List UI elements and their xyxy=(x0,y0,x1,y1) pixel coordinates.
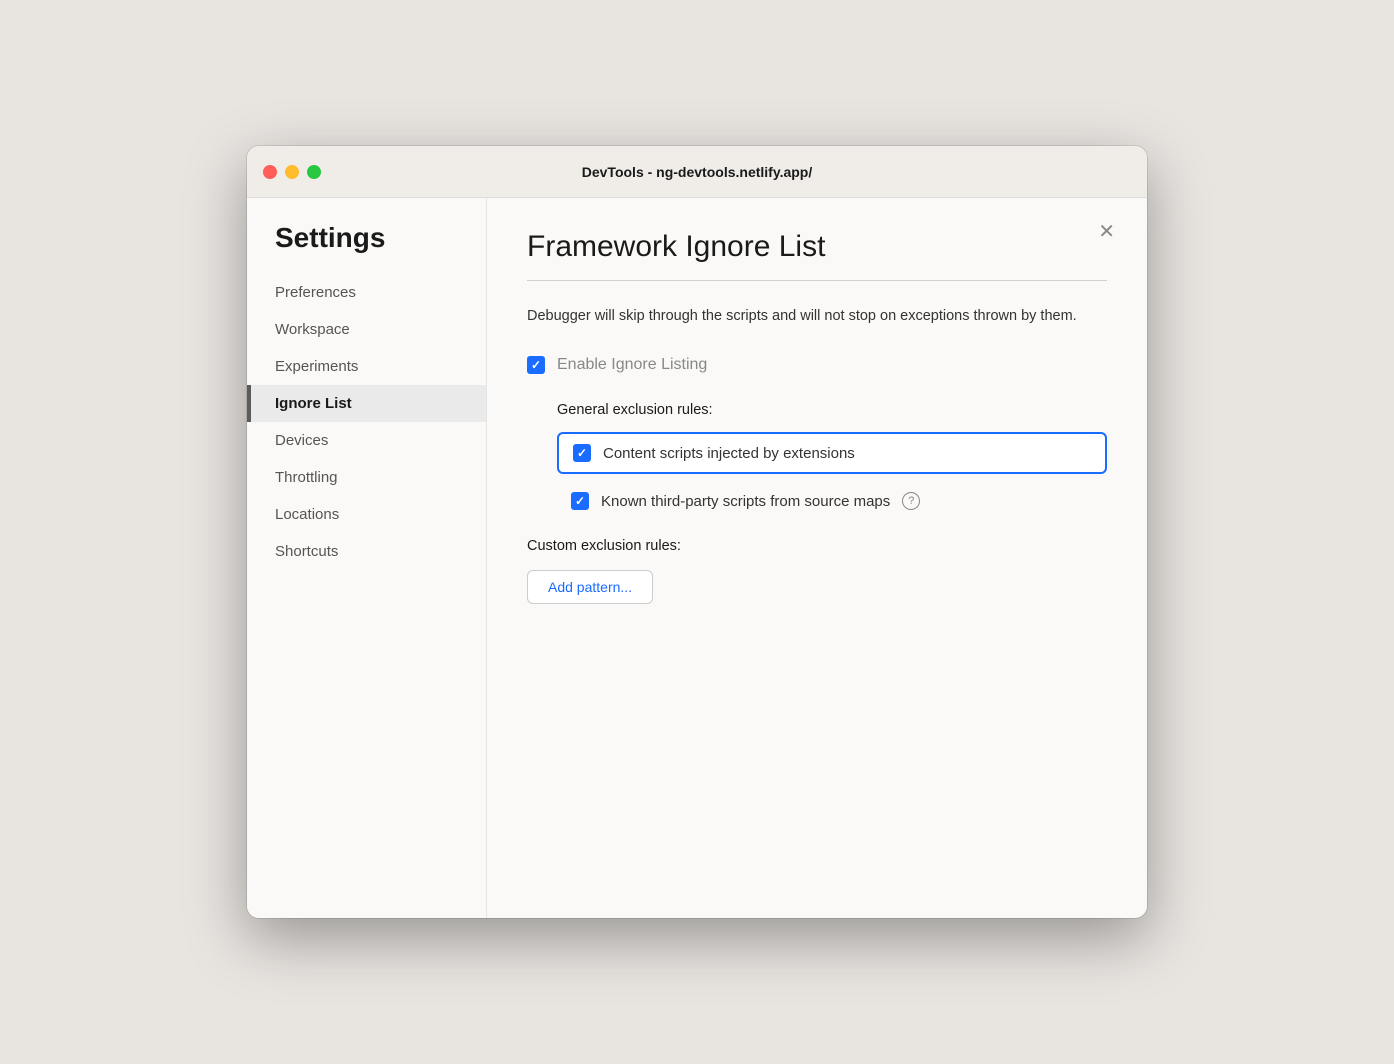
sidebar-item-shortcuts[interactable]: Shortcuts xyxy=(247,533,486,570)
sidebar-item-throttling[interactable]: Throttling xyxy=(247,459,486,496)
panel-description: Debugger will skip through the scripts a… xyxy=(527,305,1107,328)
sidebar-item-locations[interactable]: Locations xyxy=(247,496,486,533)
panel-title: Framework Ignore List xyxy=(527,230,1107,264)
content-scripts-row: ✓ Content scripts injected by extensions xyxy=(557,432,1107,474)
content-scripts-label: Content scripts injected by extensions xyxy=(603,445,855,462)
maximize-traffic-light[interactable] xyxy=(307,165,321,179)
main-panel: ✕ Framework Ignore List Debugger will sk… xyxy=(487,198,1147,918)
titlebar: DevTools - ng-devtools.netlify.app/ xyxy=(247,146,1147,198)
minimize-traffic-light[interactable] xyxy=(285,165,299,179)
enable-ignore-listing-row: ✓ Enable Ignore Listing xyxy=(527,356,1107,374)
checkmark-icon: ✓ xyxy=(531,359,541,371)
checkmark-icon: ✓ xyxy=(577,447,587,459)
sidebar-item-ignore-list[interactable]: Ignore List xyxy=(247,385,486,422)
third-party-scripts-checkbox[interactable]: ✓ xyxy=(571,492,589,510)
content-area: Settings Preferences Workspace Experimen… xyxy=(247,198,1147,918)
close-button[interactable]: ✕ xyxy=(1090,218,1123,246)
third-party-scripts-label: Known third-party scripts from source ma… xyxy=(601,493,890,510)
general-exclusion-section: General exclusion rules: ✓ Content scrip… xyxy=(527,402,1107,514)
sidebar-item-workspace[interactable]: Workspace xyxy=(247,311,486,348)
enable-ignore-listing-checkbox[interactable]: ✓ xyxy=(527,356,545,374)
close-traffic-light[interactable] xyxy=(263,165,277,179)
sidebar: Settings Preferences Workspace Experimen… xyxy=(247,198,487,918)
custom-exclusion-section: Custom exclusion rules: Add pattern... xyxy=(527,538,1107,604)
add-pattern-button[interactable]: Add pattern... xyxy=(527,570,653,604)
traffic-lights xyxy=(263,165,321,179)
custom-section-label: Custom exclusion rules: xyxy=(527,538,1107,554)
sidebar-item-devices[interactable]: Devices xyxy=(247,422,486,459)
devtools-window: DevTools - ng-devtools.netlify.app/ Sett… xyxy=(247,146,1147,918)
content-scripts-checkbox[interactable]: ✓ xyxy=(573,444,591,462)
enable-ignore-listing-label: Enable Ignore Listing xyxy=(557,356,707,374)
general-section-label: General exclusion rules: xyxy=(557,402,1107,418)
help-icon[interactable]: ? xyxy=(902,492,920,510)
sidebar-heading: Settings xyxy=(247,222,486,274)
third-party-scripts-row: ✓ Known third-party scripts from source … xyxy=(571,488,1107,514)
panel-divider xyxy=(527,280,1107,281)
sidebar-item-experiments[interactable]: Experiments xyxy=(247,348,486,385)
checkmark-icon: ✓ xyxy=(575,495,585,507)
window-title: DevTools - ng-devtools.netlify.app/ xyxy=(582,164,813,180)
sidebar-item-preferences[interactable]: Preferences xyxy=(247,274,486,311)
